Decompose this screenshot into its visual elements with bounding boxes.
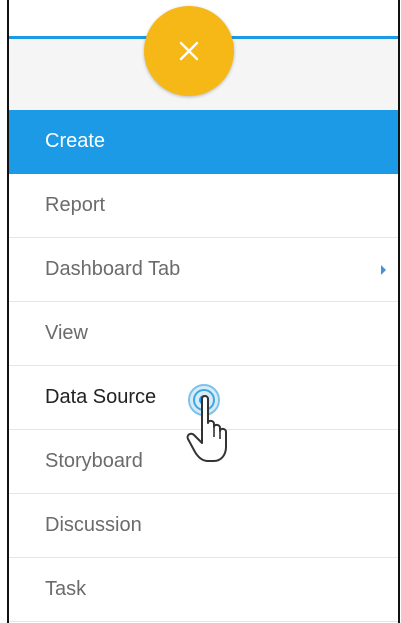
menu-item-label: Storyboard [45,450,143,472]
menu-item-report[interactable]: Report [9,174,398,238]
create-menu-list: Create Report Dashboard Tab View Data So… [9,110,398,622]
chevron-right-icon [381,264,386,275]
menu-item-discussion[interactable]: Discussion [9,494,398,558]
create-menu-panel: Create Report Dashboard Tab View Data So… [0,0,401,623]
menu-item-data-source[interactable]: Data Source [9,366,398,430]
menu-item-label: Data Source [45,386,157,408]
menu-item-label: Create [45,130,106,152]
menu-item-dashboard-tab[interactable]: Dashboard Tab [9,238,398,302]
menu-item-create[interactable]: Create [9,110,398,174]
close-icon [179,41,199,61]
menu-item-label: Discussion [45,514,142,536]
menu-item-storyboard[interactable]: Storyboard [9,430,398,494]
menu-item-view[interactable]: View [9,302,398,366]
menu-item-task[interactable]: Task [9,558,398,622]
menu-item-label: Report [45,194,106,216]
menu-item-label: Task [45,578,87,600]
menu-item-label: View [45,322,88,344]
close-button[interactable] [144,6,234,96]
menu-item-label: Dashboard Tab [45,258,181,280]
